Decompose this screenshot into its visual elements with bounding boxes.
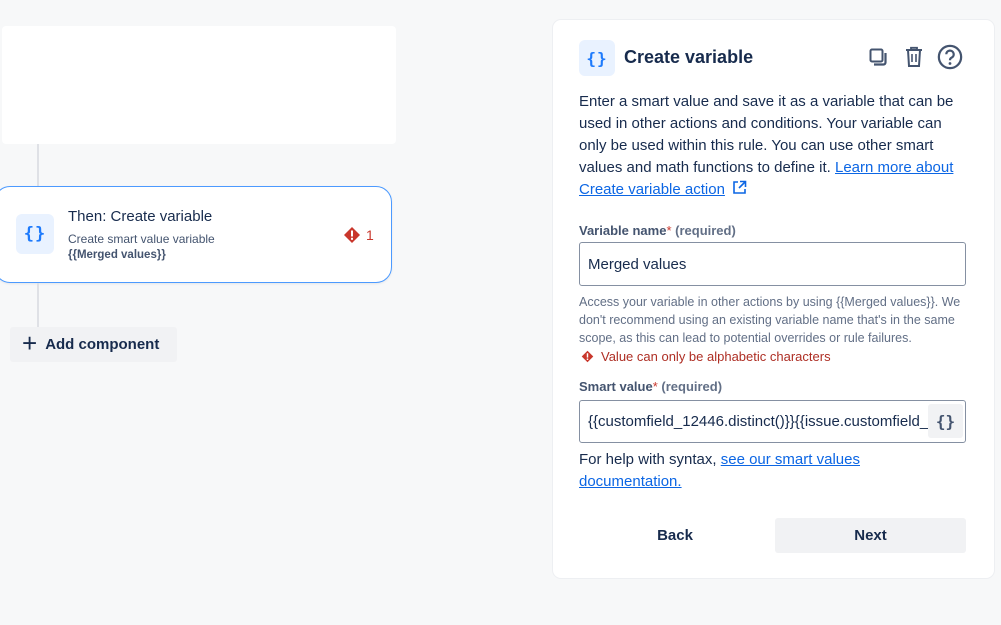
add-component-label: Add component [45,336,160,353]
create-variable-panel: {} Create variable Enter a smart value a… [553,20,994,578]
previous-component-card[interactable] [2,26,396,144]
error-icon [344,227,360,243]
component-subtitle: Create smart value variable [68,232,215,246]
back-button[interactable]: Back [579,518,771,553]
component-title: Then: Create variable [68,208,213,225]
error-text: Value can only be alphabetic characters [601,349,831,364]
insert-smart-value-button[interactable]: {} [928,404,963,438]
panel-description: Enter a smart value and save it as a var… [579,91,971,201]
required-text: (required) [661,379,723,394]
smart-value-input[interactable]: {{customfield_12446.distinct()}}{{issue.… [579,400,966,443]
required-asterisk: * [666,223,672,238]
variable-name-label: Variable name* (required) [579,223,736,238]
error-indicator: 1 [343,226,374,244]
component-smart-value: {{Merged values}} [68,249,166,261]
duplicate-icon[interactable] [865,44,891,70]
help-icon[interactable] [937,44,963,70]
panel-title: Create variable [624,47,754,67]
panel-actions [865,44,963,70]
next-button[interactable]: Next [775,518,966,553]
connector-line-bottom [37,283,39,327]
curly-braces-icon: {} [579,40,615,76]
trash-icon[interactable] [901,44,927,70]
create-variable-component-card[interactable]: {} Then: Create variable Create smart va… [0,186,392,283]
add-component-button[interactable]: + Add component [10,327,177,362]
variable-name-input[interactable] [579,242,966,286]
required-text: (required) [675,223,736,238]
variable-name-error: Value can only be alphabetic characters [581,349,831,364]
external-link-icon[interactable] [732,180,747,195]
plus-icon: + [22,328,38,358]
connector-line-top [37,144,39,186]
smart-value-text[interactable]: {{customfield_12446.distinct()}}{{issue.… [588,413,928,430]
error-count: 1 [366,227,374,243]
syntax-help: For help with syntax, see our smart valu… [579,451,860,490]
smart-value-label: Smart value* (required) [579,379,723,394]
required-asterisk: * [652,379,658,394]
variable-name-help: Access your variable in other actions by… [579,295,961,345]
curly-braces-icon: {} [16,214,54,254]
error-icon [581,350,594,363]
